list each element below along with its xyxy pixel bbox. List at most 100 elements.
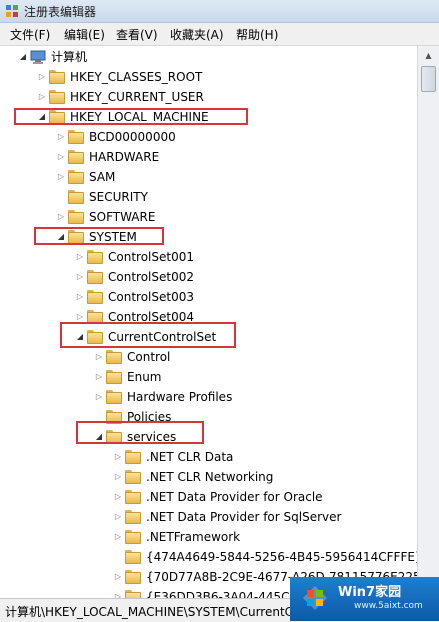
tree-node[interactable]: ▷ .NET Data Provider for SqlServer — [113, 507, 417, 527]
expand-arrow-icon[interactable]: ▷ — [94, 367, 104, 387]
computer-icon — [30, 50, 46, 64]
folder-icon — [68, 190, 84, 204]
expand-arrow-icon[interactable]: ▷ — [94, 387, 104, 407]
tree-node-label: HKEY_CLASSES_ROOT — [70, 70, 203, 84]
expand-arrow-icon[interactable]: ▷ — [113, 447, 123, 467]
tree-node[interactable]: ▷ BCD00000000 — [56, 127, 417, 147]
vertical-scrollbar[interactable]: ▲ ▼ — [417, 46, 439, 598]
folder-icon — [125, 590, 141, 598]
tree-node[interactable]: ▷ ControlSet001 — [75, 247, 417, 267]
watermark-logo: Win7家园 www.5aixt.com — [290, 577, 439, 621]
scroll-up-arrow-icon[interactable]: ▲ — [421, 48, 436, 63]
folder-icon — [125, 450, 141, 464]
expand-arrow-icon[interactable]: ▷ — [113, 567, 123, 587]
tree-node-label: HKEY_CURRENT_USER — [70, 90, 204, 104]
regedit-app-icon — [6, 5, 18, 17]
menu-help[interactable]: 帮助(H) — [236, 26, 278, 43]
expand-arrow-icon[interactable]: ▷ — [113, 487, 123, 507]
tree-node-label: ControlSet003 — [108, 290, 194, 304]
tree-node-label: BCD00000000 — [89, 130, 176, 144]
tree-node[interactable]: ▷ ControlSet002 — [75, 267, 417, 287]
expand-arrow-icon[interactable]: ▷ — [113, 467, 123, 487]
expand-arrow-icon[interactable]: ▷ — [56, 147, 66, 167]
tree-node[interactable]: ▷ Control — [94, 347, 417, 367]
highlight-box-services — [76, 421, 204, 444]
tree-node-label: SECURITY — [89, 190, 148, 204]
tree-node[interactable]: ▷ .NETFramework — [113, 527, 417, 547]
folder-icon — [106, 390, 122, 404]
tree-node[interactable]: ▷ .NET Data Provider for Oracle — [113, 487, 417, 507]
expand-arrow-icon[interactable]: ▷ — [37, 87, 47, 107]
tree-node-label: .NET Data Provider for Oracle — [146, 490, 323, 504]
expand-arrow-icon[interactable]: ▷ — [37, 67, 47, 87]
tree-node-label: .NETFramework — [146, 530, 241, 544]
scroll-thumb[interactable] — [421, 66, 436, 92]
folder-icon — [106, 370, 122, 384]
expand-arrow-icon[interactable]: ▷ — [56, 207, 66, 227]
window-title: 注册表编辑器 — [24, 5, 97, 19]
collapse-arrow-icon[interactable]: ◢ — [18, 47, 28, 67]
tree-node-label: .NET CLR Data — [146, 450, 234, 464]
folder-icon — [125, 530, 141, 544]
highlight-box-hklm — [14, 108, 248, 125]
expand-arrow-icon[interactable]: ▷ — [113, 587, 123, 598]
tree-node-label: 计算机 — [51, 50, 88, 64]
tree-node-label: Enum — [127, 370, 162, 384]
tree-node[interactable]: ▷ .NET CLR Networking — [113, 467, 417, 487]
tree-node-label: {E36DD3B6-3A04-445C-9 — [146, 590, 302, 598]
watermark-title: Win7家园 — [338, 585, 402, 600]
folder-icon — [68, 210, 84, 224]
menu-view[interactable]: 查看(V) — [116, 26, 158, 43]
tree-node[interactable]: ▷ ControlSet003 — [75, 287, 417, 307]
expand-arrow-icon[interactable]: ▷ — [94, 347, 104, 367]
folder-icon — [106, 350, 122, 364]
folder-icon — [68, 170, 84, 184]
folder-icon — [49, 70, 65, 84]
menu-bar: 文件(F) 编辑(E) 查看(V) 收藏夹(A) 帮助(H) — [0, 23, 439, 46]
tree-node-label: ControlSet002 — [108, 270, 194, 284]
folder-icon — [125, 470, 141, 484]
folder-icon — [49, 90, 65, 104]
folder-icon — [125, 510, 141, 524]
folder-icon — [87, 270, 103, 284]
highlight-box-currentcontrolset — [60, 322, 236, 348]
tree-node-label: {474A4649-5844-5256-4B45-5956414CFFFE} — [146, 550, 417, 564]
tree-node[interactable]: ▷ SAM — [56, 167, 417, 187]
windows-logo-icon — [303, 586, 327, 610]
tree-node-label: HARDWARE — [89, 150, 160, 164]
tree-node-label: .NET CLR Networking — [146, 470, 274, 484]
tree-node[interactable]: ▷ .NET CLR Data — [113, 447, 417, 467]
menu-file[interactable]: 文件(F) — [10, 26, 50, 43]
folder-icon — [87, 250, 103, 264]
expand-arrow-icon[interactable]: ▷ — [113, 527, 123, 547]
status-path: 计算机\HKEY_LOCAL_MACHINE\SYSTEM\CurrentC — [5, 605, 294, 619]
highlight-box-system — [34, 227, 164, 245]
tree-node[interactable]: {474A4649-5844-5256-4B45-5956414CFFFE} — [113, 547, 417, 567]
tree-node[interactable]: ▷ Hardware Profiles — [94, 387, 417, 407]
expand-arrow-icon[interactable]: ▷ — [56, 167, 66, 187]
menu-favorites[interactable]: 收藏夹(A) — [170, 26, 224, 43]
expand-arrow-icon[interactable]: ▷ — [113, 507, 123, 527]
tree-node-label: ControlSet001 — [108, 250, 194, 264]
expand-arrow-icon[interactable]: ▷ — [75, 287, 85, 307]
expand-arrow-icon[interactable]: ▷ — [75, 267, 85, 287]
tree-node[interactable]: SECURITY — [56, 187, 417, 207]
tree-node[interactable]: ▷ HKEY_CLASSES_ROOT — [37, 67, 417, 87]
folder-icon — [68, 150, 84, 164]
expand-arrow-icon[interactable]: ▷ — [75, 247, 85, 267]
folder-icon — [68, 130, 84, 144]
watermark-url: www.5aixt.com — [354, 601, 423, 611]
tree-node[interactable]: ▷ HARDWARE — [56, 147, 417, 167]
tree-node-label: Control — [127, 350, 171, 364]
tree-node[interactable]: ▷ Enum — [94, 367, 417, 387]
tree-node[interactable]: ▷ HKEY_CURRENT_USER — [37, 87, 417, 107]
folder-icon — [125, 570, 141, 584]
tree-node[interactable]: ◢ 计算机 — [18, 47, 417, 67]
tree-node-label: SAM — [89, 170, 116, 184]
expand-arrow-icon[interactable]: ▷ — [56, 127, 66, 147]
tree-node-label: Hardware Profiles — [127, 390, 233, 404]
tree-node-label: .NET Data Provider for SqlServer — [146, 510, 342, 524]
tree-node[interactable]: ▷ SOFTWARE — [56, 207, 417, 227]
folder-icon — [87, 290, 103, 304]
menu-edit[interactable]: 编辑(E) — [64, 26, 105, 43]
